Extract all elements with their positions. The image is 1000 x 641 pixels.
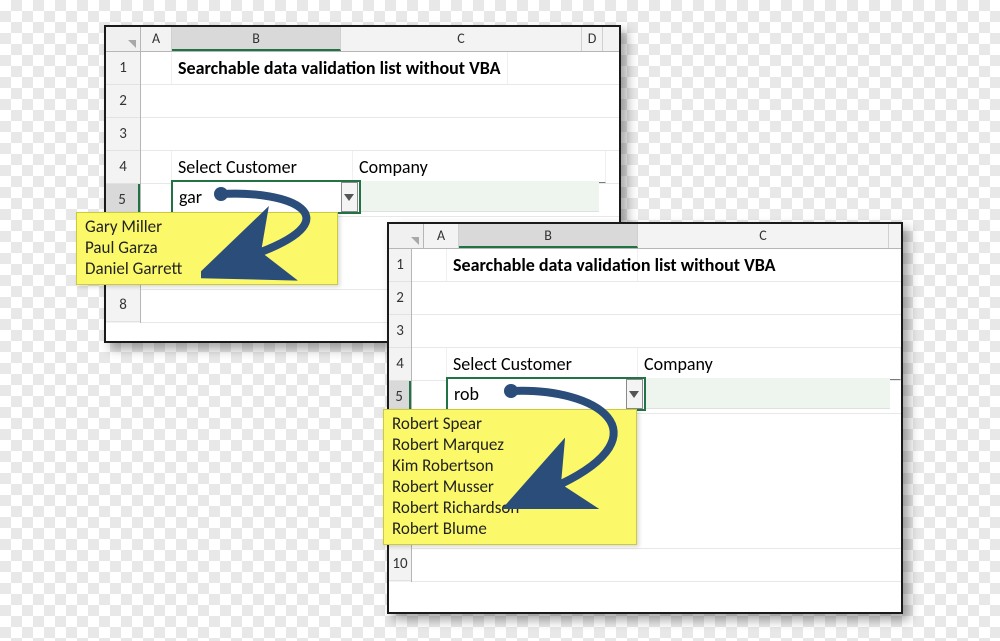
suggestion-item[interactable]: Daniel Garrett <box>85 258 329 279</box>
col-header-c[interactable]: C <box>341 27 582 51</box>
customer-input-cell[interactable] <box>171 180 361 214</box>
row-header-3[interactable]: 3 <box>389 315 411 348</box>
title-cell: Searchable data validation list without … <box>172 52 508 84</box>
title-cell: Searchable data validation list without … <box>447 249 638 281</box>
col-header-a[interactable]: A <box>141 27 172 51</box>
col-header-b[interactable]: B <box>459 224 638 248</box>
col-header-b[interactable]: B <box>172 27 341 51</box>
column-headers: A B C D <box>106 27 619 52</box>
select-all-corner[interactable] <box>389 224 424 248</box>
suggestion-item[interactable]: Robert Spear <box>392 413 628 434</box>
col-header-c[interactable]: C <box>638 224 889 248</box>
customer-input[interactable] <box>448 383 626 405</box>
suggestion-item[interactable]: Robert Marquez <box>392 434 628 455</box>
suggestion-item[interactable]: Paul Garza <box>85 237 329 258</box>
suggestion-item[interactable]: Robert Musser <box>392 476 628 497</box>
col-header-a[interactable]: A <box>424 224 459 248</box>
customer-input-cell[interactable] <box>446 377 646 411</box>
customer-input[interactable] <box>173 186 341 208</box>
select-all-corner[interactable] <box>106 27 141 51</box>
row-header-2[interactable]: 2 <box>389 282 411 315</box>
dropdown-button[interactable] <box>341 182 358 212</box>
suggestion-list[interactable]: Robert Spear Robert Marquez Kim Robertso… <box>383 409 637 545</box>
suggestion-list[interactable]: Gary Miller Paul Garza Daniel Garrett <box>76 212 338 285</box>
suggestion-item[interactable]: Kim Robertson <box>392 455 628 476</box>
company-cell[interactable] <box>361 181 599 212</box>
row-header-1[interactable]: 1 <box>389 249 411 282</box>
label-company: Company <box>638 348 901 380</box>
row-header-4[interactable]: 4 <box>389 348 411 381</box>
row-header-2[interactable]: 2 <box>106 85 140 118</box>
column-headers: A B C <box>389 224 901 249</box>
label-select-customer: Select Customer <box>172 151 353 183</box>
suggestion-item[interactable]: Robert Richardson <box>392 497 628 518</box>
suggestion-item[interactable]: Gary Miller <box>85 216 329 237</box>
label-company: Company <box>353 151 606 183</box>
suggestion-item[interactable]: Robert Blume <box>392 518 628 539</box>
row-header-8[interactable]: 8 <box>106 289 140 322</box>
label-select-customer: Select Customer <box>447 348 638 380</box>
excel-window-2: A B C 1 2 3 4 5 10 Searchable data valid… <box>387 222 903 614</box>
row-header-10[interactable]: 10 <box>389 548 411 581</box>
company-cell[interactable] <box>646 378 890 409</box>
col-header-d[interactable]: D <box>582 27 603 51</box>
row-header-3[interactable]: 3 <box>106 118 140 151</box>
row-header-1[interactable]: 1 <box>106 52 140 85</box>
dropdown-button[interactable] <box>626 379 643 409</box>
row-header-4[interactable]: 4 <box>106 151 140 184</box>
